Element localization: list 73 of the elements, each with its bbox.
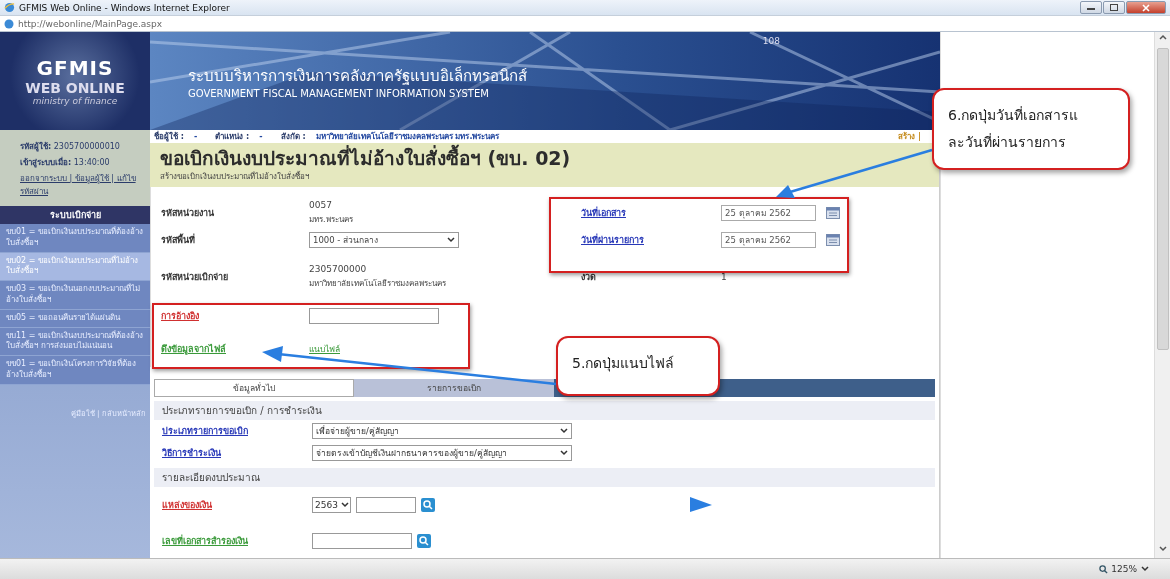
field-label: รหัสหน่วยงาน [161, 206, 215, 220]
caret-icon [559, 448, 569, 457]
callout: 5.กดปุ่มแนบไฟล์ [556, 336, 720, 396]
pointer-arrowhead [690, 497, 712, 512]
field-value: 0057 [309, 199, 333, 210]
scroll-up-icon[interactable] [1157, 32, 1168, 42]
section-header: รายละเอียดงบประมาณ [154, 467, 935, 487]
section-header: ประเภทรายการขอเบิก / การชำระเงิน [154, 400, 935, 420]
info-label: ชื่อผู้ใช้ : - [154, 130, 198, 143]
input-field[interactable] [355, 496, 416, 513]
field-label[interactable]: ประเภทรายการขอเบิก [162, 423, 312, 438]
system-subtitle: GOVERNMENT FISCAL MANAGEMENT INFORMATION SYSTEM [188, 87, 490, 99]
page-subtitle: สร้างขอเบิกเงินงบประมาณที่ไม่อ้างใบสั่งซื้อฯ [160, 170, 310, 183]
maximize-button[interactable] [1103, 1, 1125, 14]
attach-file-link[interactable]: แนบไฟล์ [309, 341, 340, 356]
zoom-level[interactable]: 125% [1111, 564, 1137, 574]
window-title: GFMIS Web Online - Windows Internet Explorer [19, 2, 230, 13]
field-label: งวด [580, 270, 596, 284]
input-field[interactable] [309, 307, 439, 324]
caret-icon [339, 500, 350, 509]
field-note: มทร.พระนคร [309, 213, 354, 226]
field-label[interactable]: วันที่เอกสาร [569, 205, 626, 220]
tab[interactable]: รายการขอเบิก [354, 378, 554, 397]
minimize-button[interactable] [1080, 1, 1102, 14]
page-icon [4, 18, 14, 29]
year-select[interactable]: 2563 [312, 496, 351, 513]
scroll-down-icon[interactable] [1157, 544, 1168, 554]
input-field[interactable] [312, 532, 412, 549]
field-label[interactable]: วันที่ผ่านรายการ [569, 232, 644, 247]
maximize-icon [1110, 4, 1118, 11]
user-links[interactable]: ออกจากระบบ | ข้อมูลผู้ใช้ | แก้ไขรหัสผ่าน [20, 172, 144, 198]
field-label: รหัสพื้นที่ [161, 232, 196, 247]
field-label: รหัสหน่วยเบิกจ่าย [161, 270, 229, 284]
menu-item[interactable]: ขข01 = ขอเบิกเงินโครงการวิจัยที่ต้องอ้างใบสั่งซื้อฯ [0, 356, 150, 385]
close-button[interactable] [1126, 1, 1166, 14]
tab[interactable]: ข้อมูลทั่วไป [154, 378, 354, 397]
close-icon [1142, 3, 1150, 12]
calendar-icon[interactable] [826, 233, 840, 246]
menu-item[interactable]: ขบ03 = ขอเบิกเงินนอกงบประมาณที่ไม่อ้างใบสั่งซื้อฯ [0, 281, 150, 310]
user-id: รหัสผู้ใช้: 2305700000010 [20, 141, 121, 153]
select-field[interactable]: เพื่อจ่ายผู้ขาย/คู่สัญญา [312, 422, 572, 439]
date-field[interactable]: 25 ตุลาคม 2562 [721, 204, 816, 221]
header-number: 108 [762, 36, 780, 46]
login-time: เข้าสู่ระบบเมื่อ: 13:40:00 [20, 156, 111, 169]
logo: GFMIS WEB ONLINE ministry of finance [0, 32, 150, 130]
caret-icon [1140, 565, 1150, 573]
field-label[interactable]: ดึงข้อมูลจากไฟล์ [161, 341, 309, 356]
search-icon[interactable] [417, 533, 431, 548]
menu-header: ระบบเบิกจ่าย [0, 206, 150, 224]
caret-icon [446, 235, 456, 244]
field-label[interactable]: เลขที่เอกสารสำรองเงิน [162, 533, 312, 548]
caret-icon [559, 426, 569, 435]
browser-icon [4, 2, 15, 13]
date-field[interactable]: 25 ตุลาคม 2562 [721, 231, 816, 248]
scrollbar-thumb[interactable] [1156, 48, 1169, 350]
field-label[interactable]: การอ้างอิง [161, 308, 309, 323]
info-label: สังกัด : มหาวิทยาลัยเทคโนโลยีราชมงคลพระนคร มทร.พระนคร [280, 130, 500, 143]
field-label[interactable]: วิธีการชำระเงิน [162, 445, 312, 460]
menu-item[interactable]: ขบ01 = ขอเบิกเงินงบประมาณที่ต้องอ้างใบสั่งซื้อฯ [0, 224, 150, 253]
select-field[interactable]: จ่ายตรงเข้าบัญชีเงินฝากธนาคารของผู้ขาย/คู่สัญญา [312, 444, 572, 461]
callout: 6.กดปุ่มวันที่เอกสารแ ละวันที่ผ่านรายการ [932, 88, 1130, 170]
calendar-icon[interactable] [826, 206, 840, 219]
select-field[interactable]: 1000 - ส่วนกลาง [309, 231, 459, 248]
field-note: มหาวิทยาลัยเทคโนโลยีราชมงคลพระนคร [309, 277, 447, 290]
menu-item[interactable]: ขบ11 = ขอเบิกเงินงบประมาณที่ต้องอ้างใบสั่งซื้อฯ การส่งมอบไม่แน่นอน [0, 327, 150, 357]
search-icon[interactable] [420, 497, 435, 512]
zoom-icon [1099, 564, 1109, 574]
field-label[interactable]: แหล่งของเงิน [162, 497, 312, 512]
system-title: ระบบบริหารการเงินการคลังภาครัฐแบบอิเล็กทรอนิกส์ [188, 65, 528, 87]
info-label: ตำแหน่ง : - [215, 131, 263, 143]
field-value: 1 [721, 271, 728, 282]
address-field[interactable]: http://webonline/MainPage.aspx [18, 18, 163, 29]
field-value: 2305700000 [309, 263, 368, 274]
